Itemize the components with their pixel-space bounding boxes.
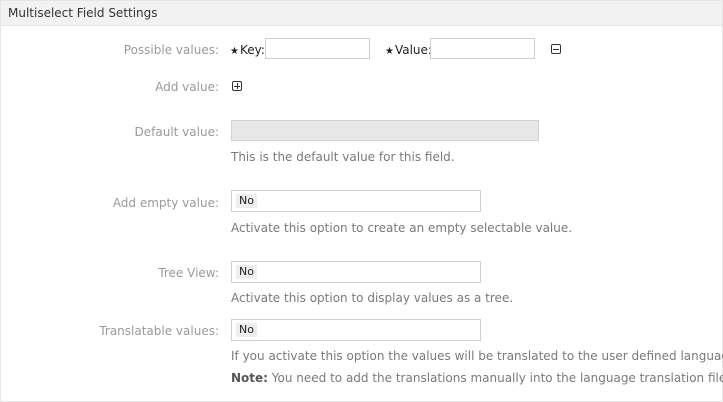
add-value-icon[interactable] xyxy=(232,81,242,91)
add-empty-value-selected: No xyxy=(236,194,257,208)
default-value-input xyxy=(231,120,539,141)
translatable-values-selected: No xyxy=(236,323,257,337)
default-value-label: Default value: xyxy=(134,125,219,139)
tree-view-label: Tree View: xyxy=(158,266,219,280)
required-star-icon: ★ xyxy=(230,46,239,57)
translatable-values-label: Translatable values: xyxy=(99,324,219,338)
value-input[interactable] xyxy=(430,38,535,59)
key-label-wrap: ★Key: xyxy=(230,43,265,57)
add-value-label: Add value: xyxy=(155,80,219,94)
add-empty-value-label: Add empty value: xyxy=(112,196,219,210)
translatable-values-hint: If you activate this option the values w… xyxy=(231,349,723,363)
key-input[interactable] xyxy=(265,38,370,59)
key-label: Key: xyxy=(239,43,265,57)
translation-note: Note: You need to add the translations m… xyxy=(231,371,723,385)
multiselect-settings-panel: Multiselect Field Settings Possible valu… xyxy=(0,0,723,402)
tree-view-hint: Activate this option to display values a… xyxy=(231,291,514,305)
tree-view-select[interactable]: No xyxy=(231,261,481,283)
default-value-hint: This is the default value for this field… xyxy=(231,150,455,164)
panel-header: Multiselect Field Settings xyxy=(1,1,722,26)
remove-value-icon[interactable] xyxy=(551,44,561,54)
add-empty-value-select[interactable]: No xyxy=(231,190,481,212)
panel-title: Multiselect Field Settings xyxy=(8,6,158,20)
value-label: Value: xyxy=(394,43,432,57)
add-empty-value-hint: Activate this option to create an empty … xyxy=(231,221,573,235)
note-text: You need to add the translations manuall… xyxy=(267,371,723,385)
translatable-values-select[interactable]: No xyxy=(231,319,481,341)
note-label: Note: xyxy=(231,371,268,385)
required-star-icon: ★ xyxy=(385,46,394,57)
value-label-wrap: ★Value: xyxy=(385,43,432,57)
tree-view-selected: No xyxy=(236,265,257,279)
possible-values-label: Possible values: xyxy=(123,43,219,57)
